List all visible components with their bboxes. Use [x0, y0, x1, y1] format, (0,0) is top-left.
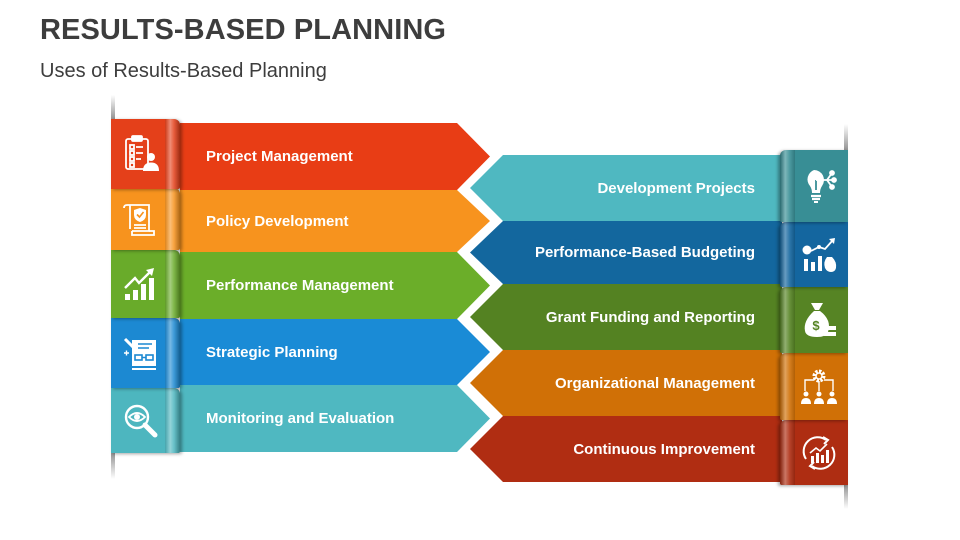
right-band-grant-funding: Grant Funding and Reporting [470, 284, 782, 350]
left-column-shadow-bottom [111, 453, 115, 479]
tab-curl [780, 353, 795, 420]
right-tab-2 [780, 222, 848, 287]
cycle-growth-icon [799, 433, 839, 473]
band-label: Monitoring and Evaluation [206, 410, 395, 427]
left-band-performance-management: Performance Management [180, 252, 490, 319]
right-band-development-projects: Development Projects [470, 155, 782, 221]
svg-text:$: $ [812, 318, 820, 333]
band-label: Continuous Improvement [573, 440, 755, 458]
right-tab-5 [780, 420, 848, 485]
tab-curl [165, 250, 180, 318]
band-label: Performance Management [206, 277, 394, 294]
right-band-performance-based-budgeting: Performance-Based Budgeting [470, 221, 782, 284]
tab-curl [165, 318, 180, 388]
left-tab-1 [111, 119, 180, 189]
money-bag-icon: $ [799, 300, 839, 340]
right-band-organizational-management: Organizational Management [470, 350, 782, 416]
right-tab-4 [780, 353, 848, 420]
band-label: Grant Funding and Reporting [545, 308, 755, 326]
page-title: RESULTS-BASED PLANNING [40, 14, 447, 46]
tab-curl [780, 150, 795, 222]
page-subtitle: Uses of Results-Based Planning [40, 60, 327, 82]
left-band-policy-development: Policy Development [180, 190, 490, 252]
strategy-board-icon [121, 333, 161, 373]
band-label: Policy Development [206, 212, 349, 230]
lightbulb-network-icon [799, 166, 839, 206]
org-chart-gear-icon [799, 367, 839, 407]
right-tab-1 [780, 150, 848, 222]
clipboard-person-icon [121, 134, 161, 174]
right-band-continuous-improvement: Continuous Improvement [470, 416, 782, 482]
tab-curl [780, 420, 795, 485]
certificate-shield-icon [121, 199, 161, 239]
tab-curl [165, 188, 180, 250]
left-band-strategic-planning: Strategic Planning [180, 319, 490, 385]
left-tab-4 [111, 318, 180, 388]
right-column-shadow-bottom [844, 485, 848, 509]
left-band-project-management: Project Management [180, 123, 490, 190]
left-tab-3 [111, 250, 180, 318]
slide: RESULTS-BASED PLANNING Uses of Results-B… [0, 0, 960, 540]
right-column-shadow-top [844, 124, 848, 150]
left-tab-5 [111, 388, 180, 453]
right-tab-3: $ [780, 287, 848, 353]
tab-curl [165, 388, 180, 453]
band-label: Organizational Management [554, 374, 755, 392]
growth-bar-chart-icon [121, 264, 161, 304]
money-growth-chart-icon [799, 235, 839, 275]
tab-curl [780, 287, 795, 353]
eye-magnifier-icon [121, 401, 161, 441]
tab-curl [780, 222, 795, 287]
band-label: Strategic Planning [206, 343, 338, 361]
tab-curl [165, 119, 180, 189]
left-band-monitoring-evaluation: Monitoring and Evaluation [180, 385, 490, 452]
band-label: Project Management [206, 148, 353, 165]
left-tab-2 [111, 188, 180, 250]
band-label: Performance-Based Budgeting [534, 244, 755, 261]
left-column-shadow-top [111, 95, 115, 119]
band-label: Development Projects [597, 179, 755, 197]
